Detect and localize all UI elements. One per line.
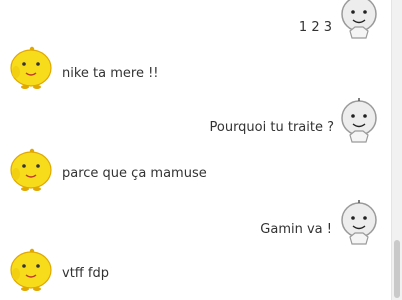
chat-scrollbar[interactable]: [391, 0, 402, 300]
message-text: 1 2 3: [298, 20, 332, 35]
chat-log: 1 2 3 nike ta mere !! Pourquoi tu traite…: [0, 0, 392, 300]
grey-bot-icon: [341, 0, 377, 39]
yellow-chick-icon: [10, 248, 52, 291]
message-row-sent: 1 2 3: [0, 0, 392, 50]
message-text: parce que ça mamuse: [62, 166, 207, 181]
message-row-received: nike ta mere !!: [0, 44, 392, 94]
message-text: Pourquoi tu traite ?: [209, 120, 335, 135]
message-row-sent: Pourquoi tu traite ?: [0, 98, 392, 148]
message-row-sent: Gamin va !: [0, 200, 392, 250]
grey-bot-icon: [341, 200, 377, 245]
yellow-chick-icon: [10, 46, 52, 89]
scrollbar-thumb[interactable]: [394, 240, 400, 298]
yellow-chick-icon: [10, 148, 52, 191]
message-text: nike ta mere !!: [62, 66, 159, 81]
message-text: vtff fdp: [62, 266, 109, 281]
grey-bot-icon: [341, 98, 377, 143]
message-text: Gamin va !: [260, 222, 332, 237]
message-row-received: parce que ça mamuse: [0, 146, 392, 196]
message-row-received: vtff fdp: [0, 246, 392, 296]
